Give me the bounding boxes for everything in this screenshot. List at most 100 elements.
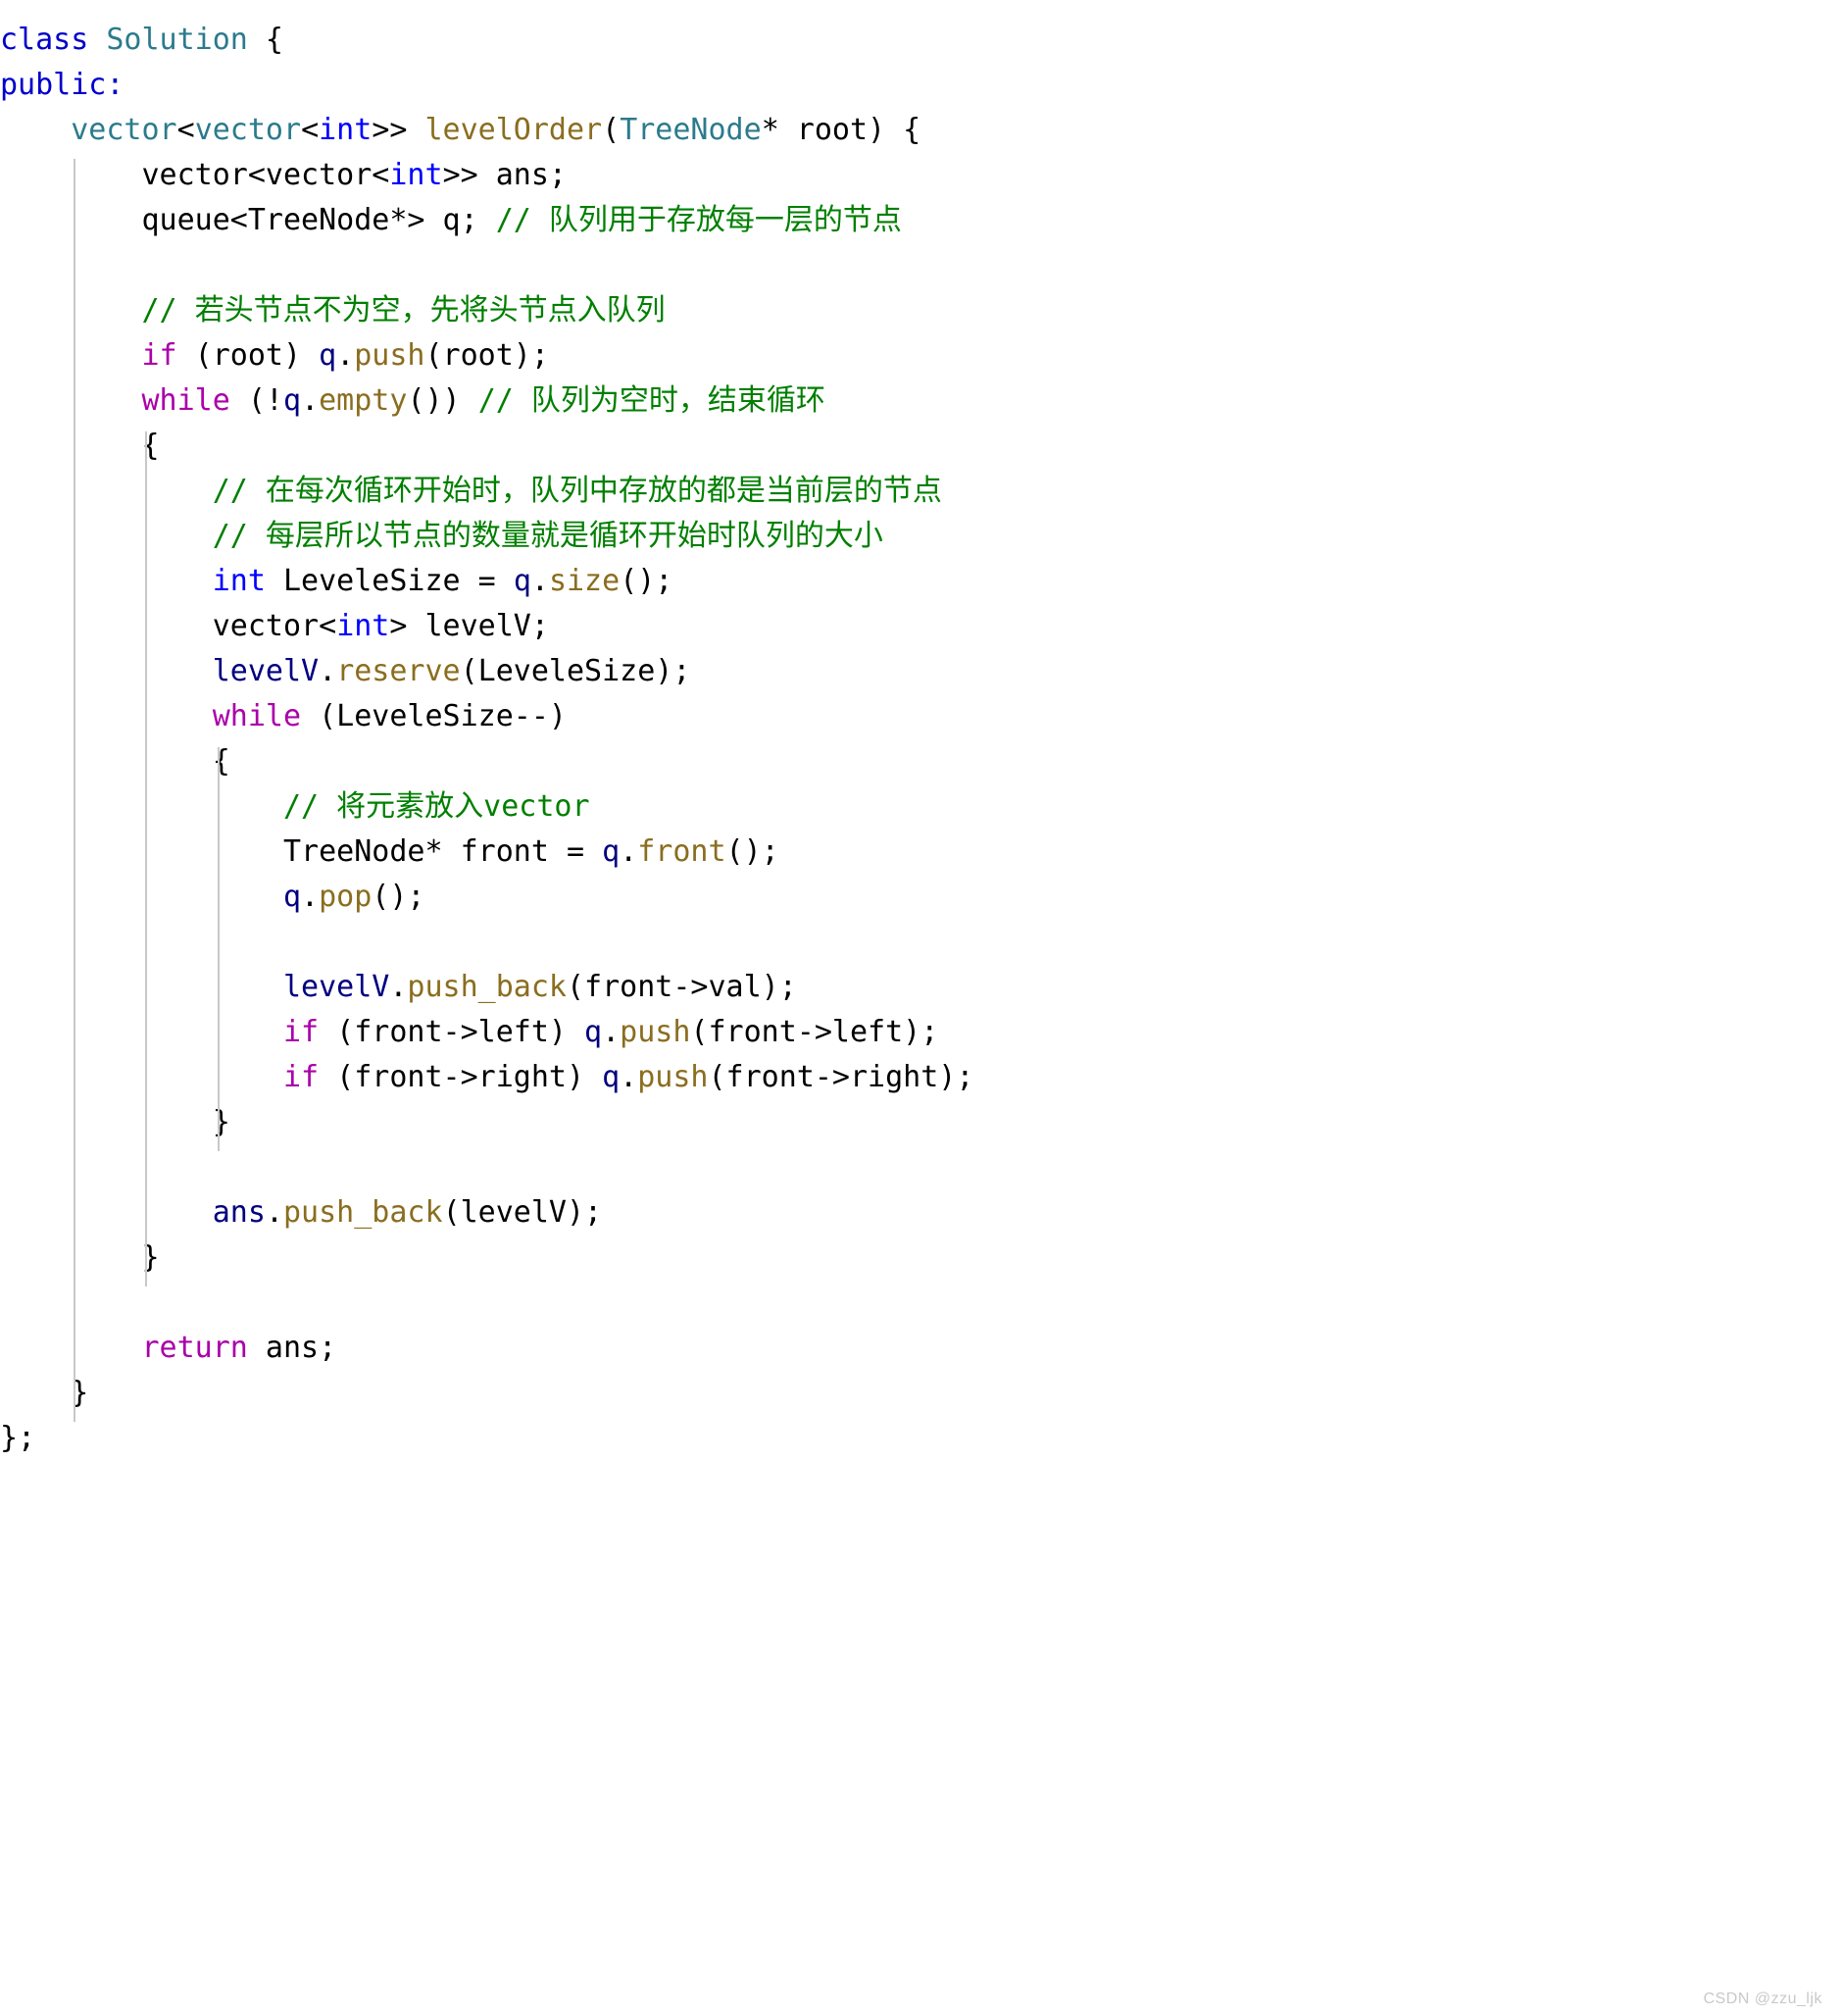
code-lines-container[interactable]: class Solution {public: vector<vector<in… — [0, 18, 1840, 1461]
code-token-obj: levelV — [212, 654, 320, 688]
code-token-fn: pop — [319, 880, 373, 914]
code-line[interactable]: { — [0, 739, 1840, 784]
code-line[interactable]: }; — [0, 1416, 1840, 1461]
code-token-plain: (front->val); — [566, 970, 797, 1004]
code-token-plain: TreeNode* front = — [282, 834, 603, 869]
code-line[interactable]: class Solution { — [0, 18, 1840, 63]
code-line[interactable]: if (front->left) q.push(front->left); — [0, 1010, 1840, 1055]
code-token-builtin: int — [319, 113, 373, 147]
code-line[interactable]: // 在每次循环开始时，队列中存放的都是当前层的节点 — [0, 469, 1840, 514]
code-token-plain: (LeveleSize); — [460, 654, 691, 688]
code-token-plain: >> — [372, 113, 425, 147]
code-line[interactable] — [0, 243, 1840, 288]
code-token-obj: levelV — [282, 970, 390, 1004]
code-line[interactable]: vector<vector<int>> levelOrder(TreeNode*… — [0, 108, 1840, 153]
code-line[interactable]: q.pop(); — [0, 875, 1840, 920]
code-token-plain: (front->right); — [708, 1060, 974, 1094]
code-line[interactable]: } — [0, 1371, 1840, 1416]
code-token-fn: reserve — [336, 654, 461, 688]
code-token-plain: (); — [372, 880, 425, 914]
code-token-type: vector — [71, 113, 177, 147]
code-token-access: public: — [0, 68, 124, 102]
code-token-obj: q — [602, 834, 621, 869]
code-line[interactable]: queue<TreeNode*> q; // 队列用于存放每一层的节点 — [0, 198, 1840, 243]
code-line[interactable]: { — [0, 424, 1840, 469]
code-token-plain: (LeveleSize--) — [301, 699, 567, 733]
code-line[interactable] — [0, 1145, 1840, 1190]
code-line[interactable]: ans.push_back(levelV); — [0, 1190, 1840, 1235]
code-line[interactable]: public: — [0, 63, 1840, 108]
code-line[interactable]: levelV.reserve(LeveleSize); — [0, 649, 1840, 694]
code-token-plain: . — [602, 1015, 621, 1049]
code-line[interactable]: return ans; — [0, 1326, 1840, 1371]
code-token-plain: . — [319, 654, 337, 688]
code-token-plain: vector<vector< — [141, 158, 390, 192]
code-token-obj: q — [513, 564, 531, 598]
code-token-plain: . — [301, 880, 320, 914]
code-line[interactable]: vector<vector<int>> ans; — [0, 153, 1840, 198]
code-token-fn: push — [620, 1015, 691, 1049]
code-token-plain: . — [620, 1060, 638, 1094]
code-token-fn: push_back — [283, 1195, 443, 1230]
code-line[interactable]: int LeveleSize = q.size(); — [0, 559, 1840, 604]
code-token-plain: (! — [229, 383, 283, 418]
code-token-kw: if — [141, 338, 177, 373]
code-token-comment: // 将元素放入vector — [282, 789, 590, 824]
code-line[interactable] — [0, 920, 1840, 965]
guide-level-1 — [74, 159, 75, 1422]
code-token-plain: . — [620, 834, 638, 869]
guide-level-2 — [145, 431, 147, 1286]
code-token-plain: . — [530, 564, 549, 598]
code-token-plain: { — [212, 744, 230, 779]
code-token-plain: queue<TreeNode*> q; — [141, 203, 496, 237]
code-token-obj: q — [602, 1060, 621, 1094]
code-line[interactable]: levelV.push_back(front->val); — [0, 965, 1840, 1010]
code-token-fn: empty — [319, 383, 408, 418]
code-token-plain: (); — [725, 834, 779, 869]
guide-level-3 — [218, 747, 220, 1151]
code-line[interactable]: TreeNode* front = q.front(); — [0, 830, 1840, 875]
code-token-kw: while — [212, 699, 302, 733]
code-token-plain: (front->left); — [690, 1015, 939, 1049]
code-token-fn: levelOrder — [424, 113, 603, 147]
code-token-fn: front — [637, 834, 726, 869]
code-token-kw2: class — [0, 23, 89, 57]
code-token-builtin: int — [336, 609, 390, 643]
code-line[interactable]: // 若头节点不为空，先将头节点入队列 — [0, 288, 1840, 333]
code-line[interactable]: if (front->right) q.push(front->right); — [0, 1055, 1840, 1100]
code-line[interactable] — [0, 1281, 1840, 1326]
code-token-builtin: int — [212, 564, 266, 598]
code-token-obj: q — [319, 338, 337, 373]
code-line[interactable]: while (!q.empty()) // 队列为空时，结束循环 — [0, 378, 1840, 424]
code-token-type: TreeNode — [620, 113, 762, 147]
code-line[interactable]: // 每层所以节点的数量就是循环开始时队列的大小 — [0, 514, 1840, 559]
code-token-comment: // 在每次循环开始时，队列中存放的都是当前层的节点 — [212, 474, 942, 508]
code-token-plain: . — [265, 1195, 283, 1230]
code-editor-surface: class Solution {public: vector<vector<in… — [0, 0, 1840, 1461]
code-line[interactable]: } — [0, 1235, 1840, 1281]
code-token-plain: (front->right) — [319, 1060, 603, 1094]
code-line[interactable]: vector<int> levelV; — [0, 604, 1840, 649]
code-token-plain: (levelV); — [442, 1195, 603, 1230]
code-token-comment: // 队列用于存放每一层的节点 — [495, 203, 902, 237]
code-token-plain: . — [389, 970, 408, 1004]
code-line[interactable]: while (LeveleSize--) — [0, 694, 1840, 739]
code-line[interactable]: if (root) q.push(root); — [0, 333, 1840, 378]
csdn-watermark: CSDN @zzu_ljk — [1703, 1991, 1822, 2007]
code-line[interactable]: } — [0, 1100, 1840, 1145]
code-token-comment: // 队列为空时，结束循环 — [477, 383, 825, 418]
code-line[interactable]: // 将元素放入vector — [0, 784, 1840, 830]
